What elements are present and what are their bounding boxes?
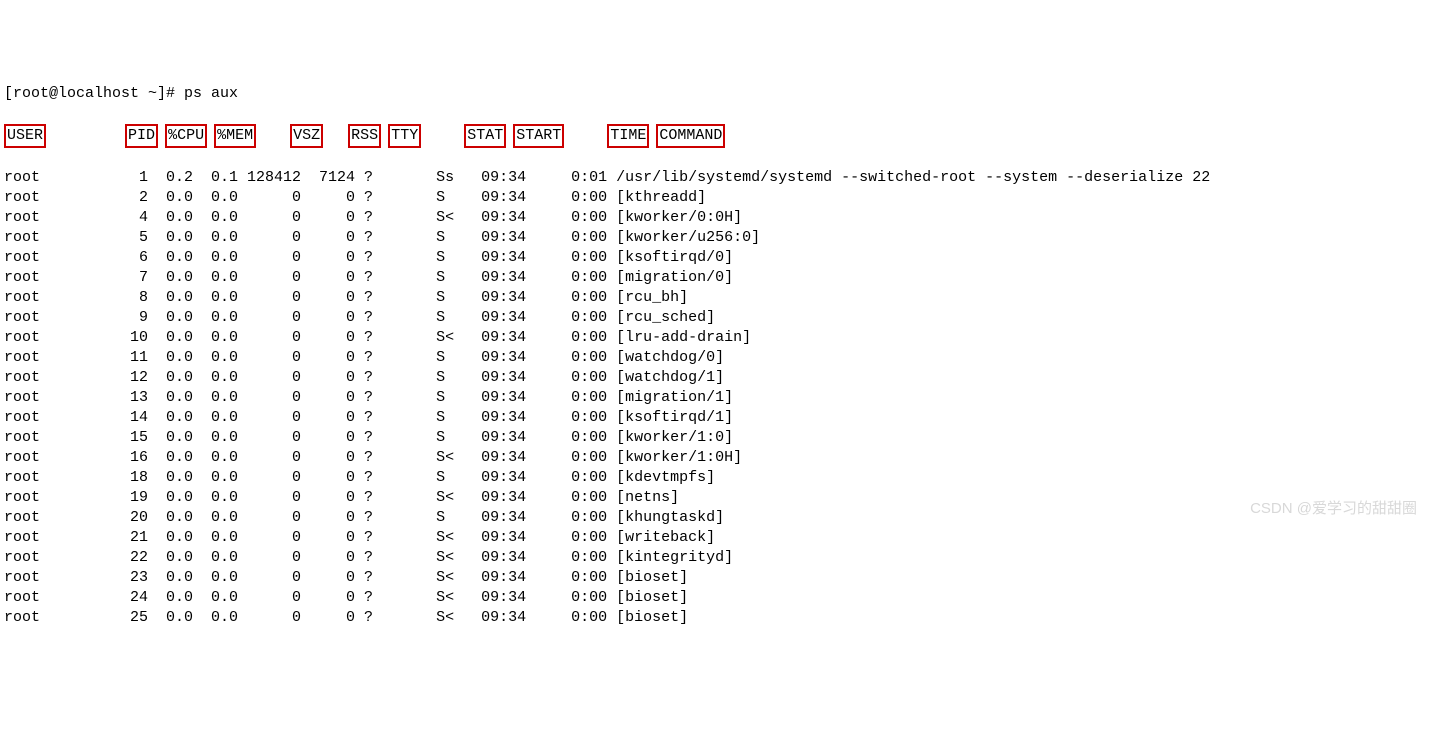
ps-row: root 16 0.0 0.0 0 0 ? S< 09:34 0:00 [kwo… bbox=[4, 448, 1431, 468]
hdr-pid: PID bbox=[125, 124, 158, 148]
hdr-stat: STAT bbox=[464, 124, 506, 148]
ps-row: root 20 0.0 0.0 0 0 ? S 09:34 0:00 [khun… bbox=[4, 508, 1431, 528]
shell-prompt: [root@localhost ~]# ps aux bbox=[4, 84, 1431, 104]
ps-row: root 13 0.0 0.0 0 0 ? S 09:34 0:00 [migr… bbox=[4, 388, 1431, 408]
ps-row: root 25 0.0 0.0 0 0 ? S< 09:34 0:00 [bio… bbox=[4, 608, 1431, 628]
ps-row: root 19 0.0 0.0 0 0 ? S< 09:34 0:00 [net… bbox=[4, 488, 1431, 508]
ps-row: root 11 0.0 0.0 0 0 ? S 09:34 0:00 [watc… bbox=[4, 348, 1431, 368]
hdr-rss: RSS bbox=[348, 124, 381, 148]
ps-row: root 8 0.0 0.0 0 0 ? S 09:34 0:00 [rcu_b… bbox=[4, 288, 1431, 308]
ps-output-rows: root 1 0.2 0.1 128412 7124 ? Ss 09:34 0:… bbox=[4, 168, 1431, 628]
hdr-user: USER bbox=[4, 124, 46, 148]
ps-row: root 2 0.0 0.0 0 0 ? S 09:34 0:00 [kthre… bbox=[4, 188, 1431, 208]
ps-row: root 5 0.0 0.0 0 0 ? S 09:34 0:00 [kwork… bbox=[4, 228, 1431, 248]
ps-row: root 22 0.0 0.0 0 0 ? S< 09:34 0:00 [kin… bbox=[4, 548, 1431, 568]
ps-row: root 10 0.0 0.0 0 0 ? S< 09:34 0:00 [lru… bbox=[4, 328, 1431, 348]
ps-row: root 6 0.0 0.0 0 0 ? S 09:34 0:00 [ksoft… bbox=[4, 248, 1431, 268]
ps-row: root 9 0.0 0.0 0 0 ? S 09:34 0:00 [rcu_s… bbox=[4, 308, 1431, 328]
hdr-vsz: VSZ bbox=[290, 124, 323, 148]
ps-row: root 4 0.0 0.0 0 0 ? S< 09:34 0:00 [kwor… bbox=[4, 208, 1431, 228]
hdr-time: TIME bbox=[607, 124, 649, 148]
ps-row: root 7 0.0 0.0 0 0 ? S 09:34 0:00 [migra… bbox=[4, 268, 1431, 288]
ps-row: root 18 0.0 0.0 0 0 ? S 09:34 0:00 [kdev… bbox=[4, 468, 1431, 488]
hdr-command: COMMAND bbox=[656, 124, 725, 148]
hdr-cpu: %CPU bbox=[165, 124, 207, 148]
ps-row: root 1 0.2 0.1 128412 7124 ? Ss 09:34 0:… bbox=[4, 168, 1431, 188]
ps-row: root 21 0.0 0.0 0 0 ? S< 09:34 0:00 [wri… bbox=[4, 528, 1431, 548]
hdr-tty: TTY bbox=[388, 124, 421, 148]
ps-row: root 14 0.0 0.0 0 0 ? S 09:34 0:00 [ksof… bbox=[4, 408, 1431, 428]
hdr-start: START bbox=[513, 124, 564, 148]
hdr-mem: %MEM bbox=[214, 124, 256, 148]
ps-row: root 12 0.0 0.0 0 0 ? S 09:34 0:00 [watc… bbox=[4, 368, 1431, 388]
ps-header-row: USER PID %CPU %MEM VSZ RSS TTY STAT STAR… bbox=[4, 124, 1431, 148]
ps-row: root 23 0.0 0.0 0 0 ? S< 09:34 0:00 [bio… bbox=[4, 568, 1431, 588]
ps-row: root 15 0.0 0.0 0 0 ? S 09:34 0:00 [kwor… bbox=[4, 428, 1431, 448]
ps-row: root 24 0.0 0.0 0 0 ? S< 09:34 0:00 [bio… bbox=[4, 588, 1431, 608]
